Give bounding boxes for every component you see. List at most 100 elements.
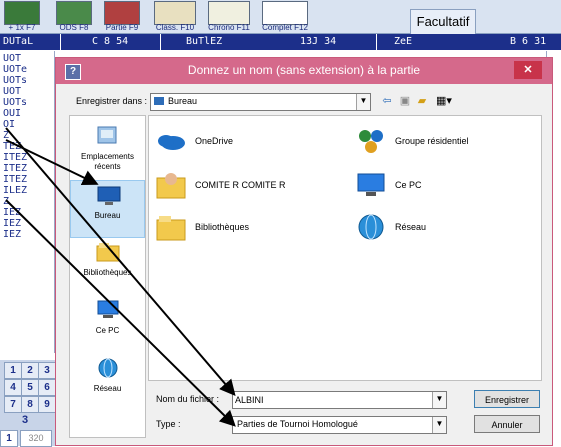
rack-row[interactable]: IEZ bbox=[3, 218, 21, 229]
file-item-label: Ce PC bbox=[395, 180, 422, 190]
rack-row[interactable]: ILEZ bbox=[3, 185, 27, 196]
rack-row[interactable]: IEZ bbox=[3, 207, 21, 218]
numpad: 1 2 3 4 5 6 7 8 9 3 1 320 bbox=[0, 360, 60, 447]
rack-row[interactable]: OI bbox=[3, 119, 15, 130]
file-item-onedrive[interactable]: OneDrive bbox=[155, 126, 315, 158]
view-menu-button[interactable]: ▦▾ bbox=[433, 94, 455, 108]
file-item-label: COMITE R COMITE R bbox=[195, 180, 286, 190]
toolbar-button-label: Partie F9 bbox=[105, 23, 139, 32]
desktop-icon bbox=[154, 97, 164, 105]
rack-row[interactable]: Z bbox=[3, 130, 9, 141]
numpad-key[interactable]: 3 bbox=[38, 362, 56, 379]
rack-row[interactable]: UOTs bbox=[3, 75, 27, 86]
place-network[interactable]: Réseau bbox=[70, 354, 145, 412]
rack-row[interactable]: UOTe bbox=[3, 64, 27, 75]
new-folder-icon: ▰ bbox=[417, 95, 427, 107]
rack-row[interactable]: UOT bbox=[3, 86, 21, 97]
rack-row[interactable]: Z bbox=[3, 196, 9, 207]
game-board-icon bbox=[104, 1, 140, 25]
toolbar-button-ods[interactable]: ODS F8 bbox=[52, 0, 96, 33]
homegroup-icon bbox=[359, 130, 383, 153]
numpad-key[interactable]: 9 bbox=[38, 396, 56, 413]
file-item-label: Bibliothèques bbox=[195, 222, 250, 232]
place-libraries[interactable]: Bibliothèques bbox=[70, 238, 145, 296]
numpad-key[interactable]: 2 bbox=[21, 362, 39, 379]
dialog-title-bar[interactable]: ? Donnez un nom (sans extension) à la pa… bbox=[56, 58, 552, 84]
rack-row[interactable]: OUI bbox=[3, 108, 21, 119]
recent-places-icon bbox=[97, 126, 117, 144]
filename-combo[interactable]: ▼ bbox=[232, 391, 447, 409]
close-button[interactable]: ✕ bbox=[514, 61, 542, 79]
chevron-down-icon[interactable]: ▼ bbox=[432, 417, 446, 433]
file-item-homegroup[interactable]: Groupe résidentiel bbox=[355, 126, 525, 158]
clock-icon bbox=[208, 1, 250, 25]
numpad-footer-right: 320 bbox=[20, 430, 52, 447]
file-type-select[interactable]: Parties de Tournoi Homologué ▼ bbox=[232, 416, 447, 434]
chevron-down-icon[interactable]: ▼ bbox=[432, 392, 446, 408]
file-item-label: Réseau bbox=[395, 222, 427, 232]
rack-row[interactable]: ITEZ bbox=[3, 152, 27, 163]
back-button[interactable]: ⇦ bbox=[380, 94, 394, 108]
rack-list: UOT UOTe UOTs UOT UOTs OUI OI Z TEZ ITEZ… bbox=[0, 51, 55, 353]
save-dialog: ? Donnez un nom (sans extension) à la pa… bbox=[55, 57, 553, 446]
header-cell: B 6 31 bbox=[510, 36, 547, 47]
onedrive-icon bbox=[158, 135, 185, 150]
filename-label: Nom du fichier : bbox=[156, 394, 220, 404]
new-folder-button[interactable]: ▰ bbox=[415, 94, 429, 108]
toolbar-button-complet[interactable]: Complet F12 bbox=[258, 0, 312, 33]
libraries-icon bbox=[96, 243, 120, 262]
close-icon: ✕ bbox=[523, 64, 533, 76]
desktop-icon bbox=[97, 186, 121, 205]
place-label: Ce PC bbox=[95, 326, 120, 335]
rack-row[interactable]: UOT bbox=[3, 53, 21, 64]
numpad-key[interactable]: 4 bbox=[4, 379, 22, 396]
filename-input[interactable] bbox=[235, 393, 425, 406]
file-item-user[interactable]: COMITE R COMITE R bbox=[155, 170, 335, 202]
save-button[interactable]: Enregistrer bbox=[474, 390, 540, 408]
up-folder-button[interactable]: ▣ bbox=[398, 94, 412, 108]
places-bar: Emplacements récents Bureau Bibliothèque… bbox=[69, 115, 146, 438]
toolbar-button-label: Complet F12 bbox=[262, 23, 308, 32]
toolbar-button-partie[interactable]: Partie F9 bbox=[100, 0, 144, 33]
look-in-value: Bureau bbox=[168, 96, 198, 106]
chevron-down-icon[interactable]: ▼ bbox=[356, 94, 370, 110]
rack-row[interactable]: UOTs bbox=[3, 97, 27, 108]
file-item-label: OneDrive bbox=[195, 136, 234, 146]
numpad-count: 3 bbox=[21, 414, 29, 426]
toolbar-button-plus1[interactable]: + 1x F7 bbox=[0, 0, 44, 33]
numpad-key[interactable]: 6 bbox=[38, 379, 56, 396]
rack-row[interactable]: TEZ bbox=[3, 141, 21, 152]
numpad-footer-left: 1 bbox=[0, 430, 18, 447]
place-desktop[interactable]: Bureau bbox=[70, 180, 145, 238]
numpad-key[interactable]: 8 bbox=[21, 396, 39, 413]
look-in-select[interactable]: Bureau ▼ bbox=[150, 93, 371, 111]
rack-row[interactable]: IEZ bbox=[3, 229, 21, 240]
place-this-pc[interactable]: Ce PC bbox=[70, 296, 145, 354]
numpad-key[interactable]: 7 bbox=[4, 396, 22, 413]
network-icon bbox=[358, 214, 384, 240]
place-label: Réseau bbox=[93, 384, 122, 393]
cancel-button[interactable]: Annuler bbox=[474, 415, 540, 433]
file-type-value: Parties de Tournoi Homologué bbox=[237, 419, 358, 429]
toolbar-button-chrono[interactable]: Chrono F11 bbox=[204, 0, 254, 33]
toolbar-button-label: ODS F8 bbox=[59, 23, 89, 32]
place-recent[interactable]: Emplacements récents bbox=[70, 122, 145, 180]
toolbar-button-label: Chrono F11 bbox=[208, 23, 250, 32]
rack-row[interactable]: ITEZ bbox=[3, 163, 27, 174]
toolbar-button-label: Class. F10 bbox=[155, 23, 195, 32]
toolbar-button-class[interactable]: Class. F10 bbox=[150, 0, 200, 33]
numpad-key[interactable]: 5 bbox=[21, 379, 39, 396]
game-icon bbox=[4, 1, 40, 25]
tab-facultatif[interactable]: Facultatif bbox=[410, 9, 476, 34]
rack-row[interactable]: ITEZ bbox=[3, 174, 27, 185]
file-item-this-pc[interactable]: Ce PC bbox=[355, 170, 505, 202]
file-item-libraries[interactable]: Bibliothèques bbox=[155, 212, 315, 244]
libraries-icon bbox=[156, 216, 186, 241]
look-in-label: Enregistrer dans : bbox=[76, 96, 148, 106]
header-cell: DUTaL bbox=[3, 36, 34, 47]
header-cell: BuTlEZ bbox=[186, 36, 223, 47]
file-item-network[interactable]: Réseau bbox=[355, 212, 505, 244]
numpad-key[interactable]: 1 bbox=[4, 362, 22, 379]
computer-icon bbox=[97, 300, 119, 318]
computer-icon bbox=[357, 173, 385, 196]
